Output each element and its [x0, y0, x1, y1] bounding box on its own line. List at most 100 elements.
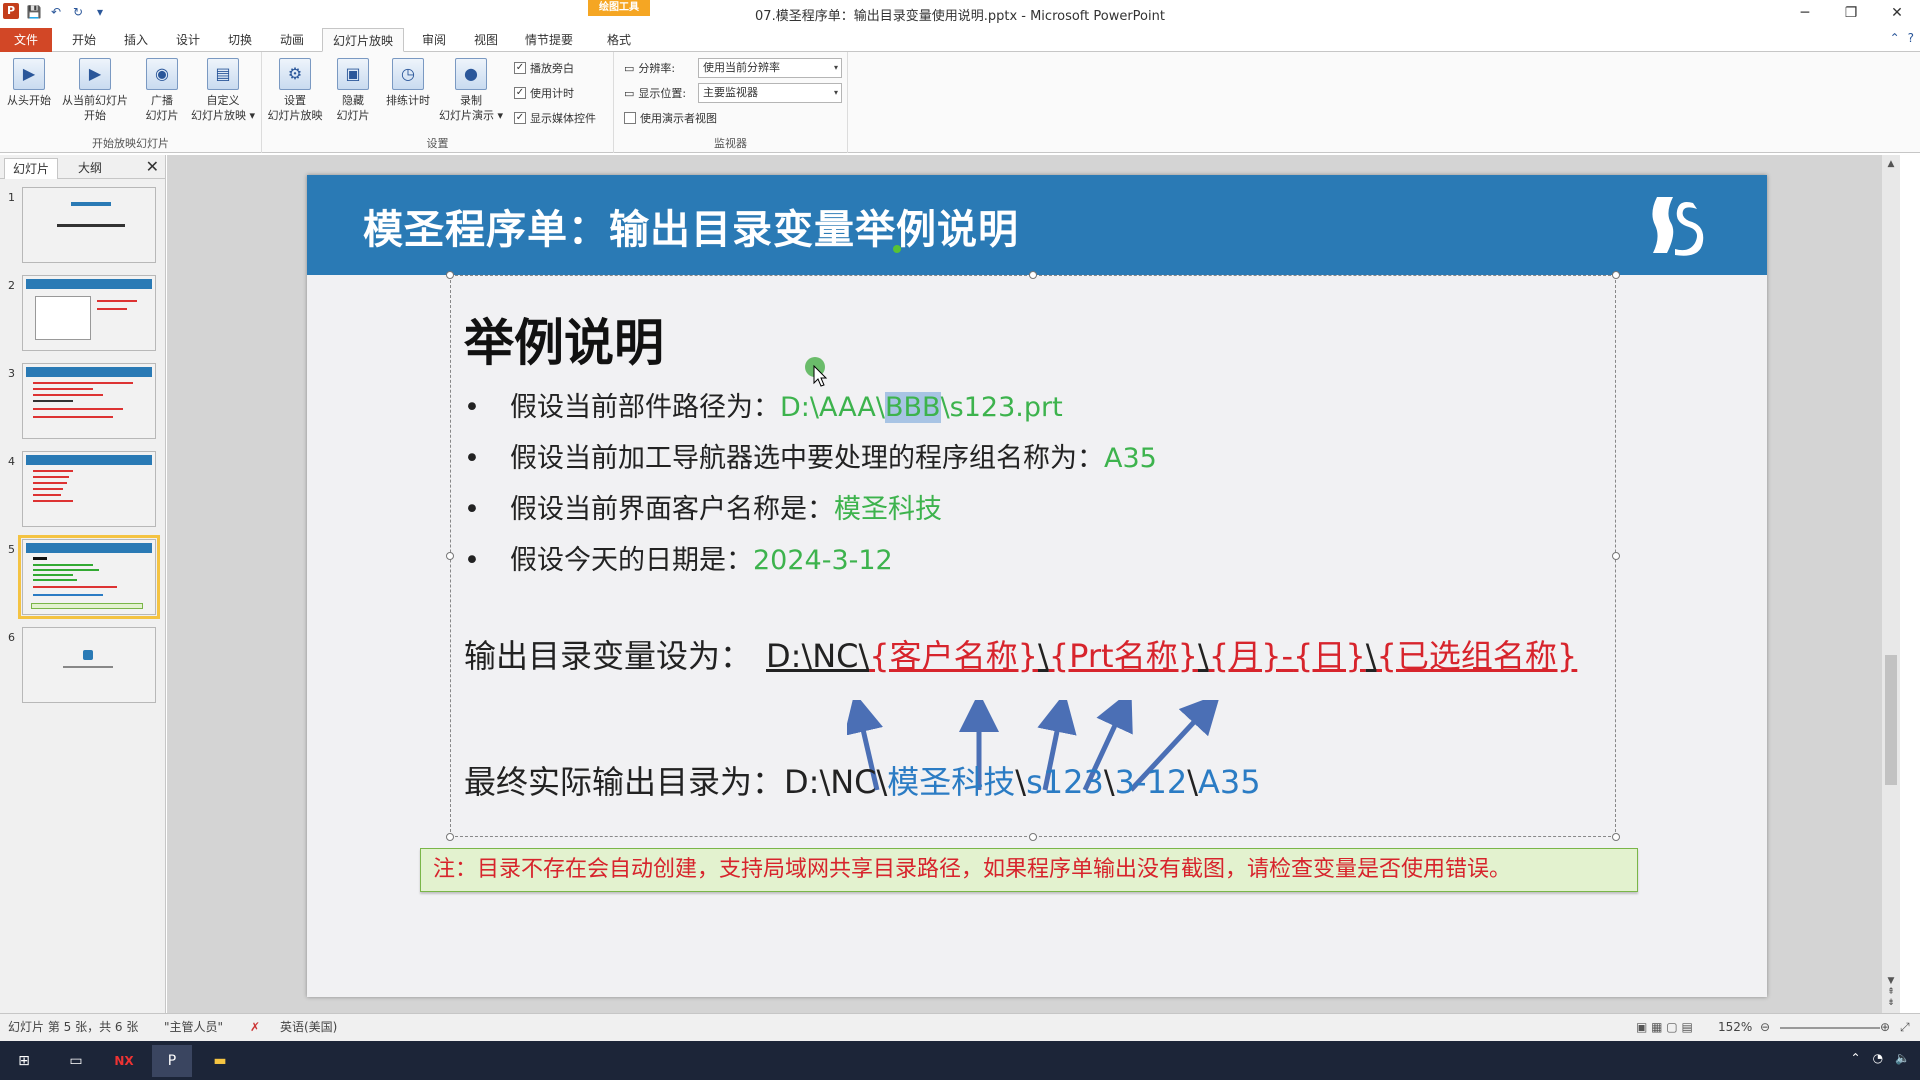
slide-thumbnail-1[interactable]: [22, 187, 156, 263]
setup-icon: ⚙: [279, 58, 311, 90]
tab-storyboard[interactable]: 情节提要: [518, 28, 580, 52]
slide-canvas[interactable]: 模圣程序单：输出目录变量举例说明 举例说明 • 假设当前部件路径为：D:\AAA\…: [307, 175, 1767, 997]
fit-to-window-icon[interactable]: ⤢: [1900, 1014, 1910, 1041]
slide-editor: 模圣程序单：输出目录变量举例说明 举例说明 • 假设当前部件路径为：D:\AAA\…: [167, 155, 1900, 1013]
slide-thumbnail-2[interactable]: [22, 275, 156, 351]
from-current-slide-button[interactable]: ▶ 从当前幻灯片 开始: [58, 58, 132, 123]
tab-outline[interactable]: 大纲: [70, 158, 110, 179]
volume-icon[interactable]: 🔈: [1895, 1051, 1910, 1065]
zoom-slider[interactable]: [1780, 1027, 1880, 1029]
resize-handle[interactable]: [1612, 271, 1620, 279]
group-label: 设置: [426, 137, 449, 150]
tab-review[interactable]: 审阅: [414, 28, 454, 52]
tray-chevron-icon[interactable]: ⌃: [1851, 1051, 1861, 1065]
tab-animations[interactable]: 动画: [272, 28, 312, 52]
restore-button[interactable]: ❐: [1828, 0, 1874, 26]
presenter-view-checkbox[interactable]: 使用演示者视图: [624, 110, 717, 126]
selected-text[interactable]: BBB: [885, 392, 941, 423]
resolution-dropdown[interactable]: 使用当前分辨率 ▾: [698, 58, 842, 78]
mouse-cursor-icon: [813, 365, 828, 387]
resize-handle[interactable]: [446, 271, 454, 279]
zoom-in-icon[interactable]: ⊕: [1880, 1014, 1890, 1041]
slide-number: 4: [8, 455, 15, 468]
slide-title[interactable]: 模圣程序单：输出目录变量举例说明: [363, 197, 1019, 255]
resize-handle[interactable]: [1029, 833, 1037, 841]
close-window-button[interactable]: ✕: [1874, 0, 1920, 26]
tab-format[interactable]: 格式: [590, 28, 648, 52]
hide-slide-button[interactable]: ▣ 隐藏 幻灯片: [330, 58, 376, 123]
close-panel-icon[interactable]: ✕: [146, 157, 159, 176]
tab-slides[interactable]: 幻灯片: [4, 158, 59, 179]
slide-number: 3: [8, 367, 15, 380]
slide-counter: 幻灯片 第 5 张，共 6 张: [8, 1020, 139, 1034]
slide-thumbnail-3[interactable]: [22, 363, 156, 439]
zoom-level[interactable]: 152%: [1718, 1014, 1752, 1041]
collapse-ribbon-icon[interactable]: ⌃: [1890, 31, 1900, 45]
show-media-controls-checkbox[interactable]: ✓ 显示媒体控件: [514, 110, 596, 126]
rotation-handle[interactable]: [893, 245, 901, 253]
display-on-label: ▭ 显示位置:: [624, 86, 687, 101]
display-on-dropdown[interactable]: 主要监视器 ▾: [698, 83, 842, 103]
panel-tabs: 幻灯片 大纲 ✕: [0, 155, 165, 179]
spellcheck-icon[interactable]: ✗: [250, 1014, 260, 1041]
file-explorer-icon[interactable]: ▬: [200, 1045, 240, 1077]
record-slideshow-button[interactable]: ● 录制 幻灯片演示 ▾: [436, 58, 506, 123]
scroll-up-icon[interactable]: ▲: [1882, 155, 1900, 169]
powerpoint-taskbar-icon[interactable]: P: [152, 1045, 192, 1077]
group-label: 监视器: [714, 137, 747, 150]
slide-nav-icons[interactable]: ▼ ⇞ ⇟: [1882, 976, 1900, 1009]
broadcast-slideshow-button[interactable]: ◉ 广播 幻灯片: [138, 58, 186, 123]
use-timings-checkbox[interactable]: ✓ 使用计时: [514, 85, 574, 101]
taskbar-app-icon[interactable]: ▭: [56, 1045, 96, 1077]
checkbox-checked: ✓: [514, 62, 526, 74]
note-box: 注：目录不存在会自动创建，支持局域网共享目录路径，如果程序单输出没有截图，请检查…: [420, 848, 1638, 892]
broadcast-icon: ◉: [146, 58, 178, 90]
tab-insert[interactable]: 插入: [116, 28, 156, 52]
bullet-item: • 假设当前界面客户名称是：模圣科技: [464, 494, 942, 525]
result-line: 最终实际输出目录为：D:\NC\模圣科技\s123\3-12\A35: [464, 763, 1261, 801]
setup-slideshow-button[interactable]: ⚙ 设置 幻灯片放映: [266, 58, 324, 123]
tab-transitions[interactable]: 切换: [220, 28, 260, 52]
theme-name: "主管人员": [164, 1020, 224, 1034]
from-beginning-button[interactable]: ▶ 从头开始: [4, 58, 54, 108]
window-title: 07.模圣程序单：输出目录变量使用说明.pptx - Microsoft Pow…: [755, 9, 1165, 24]
network-icon[interactable]: ◔: [1873, 1051, 1883, 1065]
play-from-start-icon: ▶: [13, 58, 45, 90]
tab-home[interactable]: 开始: [64, 28, 104, 52]
view-buttons[interactable]: ▣ ▦ ▢ ▤: [1636, 1014, 1693, 1041]
resize-handle[interactable]: [1612, 833, 1620, 841]
help-icon[interactable]: ?: [1908, 31, 1914, 45]
bullet-item: • 假设当前部件路径为：D:\AAA\BBB\s123.prt: [464, 392, 1063, 423]
resize-handle[interactable]: [1612, 552, 1620, 560]
resize-handle[interactable]: [1029, 271, 1037, 279]
vertical-scrollbar[interactable]: ▲ ▼ ⇞ ⇟: [1882, 155, 1900, 1013]
brand-logo-icon: [1652, 197, 1704, 256]
play-narrations-checkbox[interactable]: ✓ 播放旁白: [514, 60, 574, 76]
title-bar: P 💾 ↶ ↻ ▾ 绘图工具 07.模圣程序单：输出目录变量使用说明.pptx …: [0, 0, 1920, 26]
zoom-out-icon[interactable]: ⊖: [1760, 1014, 1770, 1041]
scrollbar-thumb[interactable]: [1885, 655, 1897, 785]
resolution-label: ▭ 分辨率:: [624, 61, 676, 76]
ribbon-tabs: 文件 开始 插入 设计 切换 动画 幻灯片放映 审阅 视图 情节提要 格式 ⌃ …: [0, 26, 1920, 52]
tab-view[interactable]: 视图: [466, 28, 506, 52]
rehearse-timings-button[interactable]: ◷ 排练计时: [382, 58, 434, 108]
language-indicator[interactable]: 英语(美国): [280, 1014, 337, 1041]
custom-slideshow-button[interactable]: ▤ 自定义 幻灯片放映 ▾: [188, 58, 258, 123]
tab-design[interactable]: 设计: [168, 28, 208, 52]
slide-thumbnail-4[interactable]: [22, 451, 156, 527]
chevron-down-icon: ▾: [833, 88, 838, 97]
nx-app-icon[interactable]: NX: [104, 1045, 144, 1077]
ribbon-right-controls: ⌃ ?: [1890, 31, 1914, 45]
slide-thumbnail-5[interactable]: [18, 535, 160, 619]
system-tray: ⌃ ◔ 🔈: [1851, 1051, 1911, 1065]
custom-show-icon: ▤: [207, 58, 239, 90]
minimize-button[interactable]: ─: [1782, 0, 1828, 26]
resize-handle[interactable]: [446, 552, 454, 560]
resize-handle[interactable]: [446, 833, 454, 841]
window-controls: ─ ❐ ✕: [1782, 0, 1920, 26]
tab-slideshow[interactable]: 幻灯片放映: [322, 28, 404, 52]
slide-thumbnail-6[interactable]: [22, 627, 156, 703]
tab-file[interactable]: 文件: [0, 28, 52, 52]
group-label: 开始放映幻灯片: [92, 137, 169, 150]
windows-start-icon[interactable]: ⊞: [4, 1045, 44, 1077]
